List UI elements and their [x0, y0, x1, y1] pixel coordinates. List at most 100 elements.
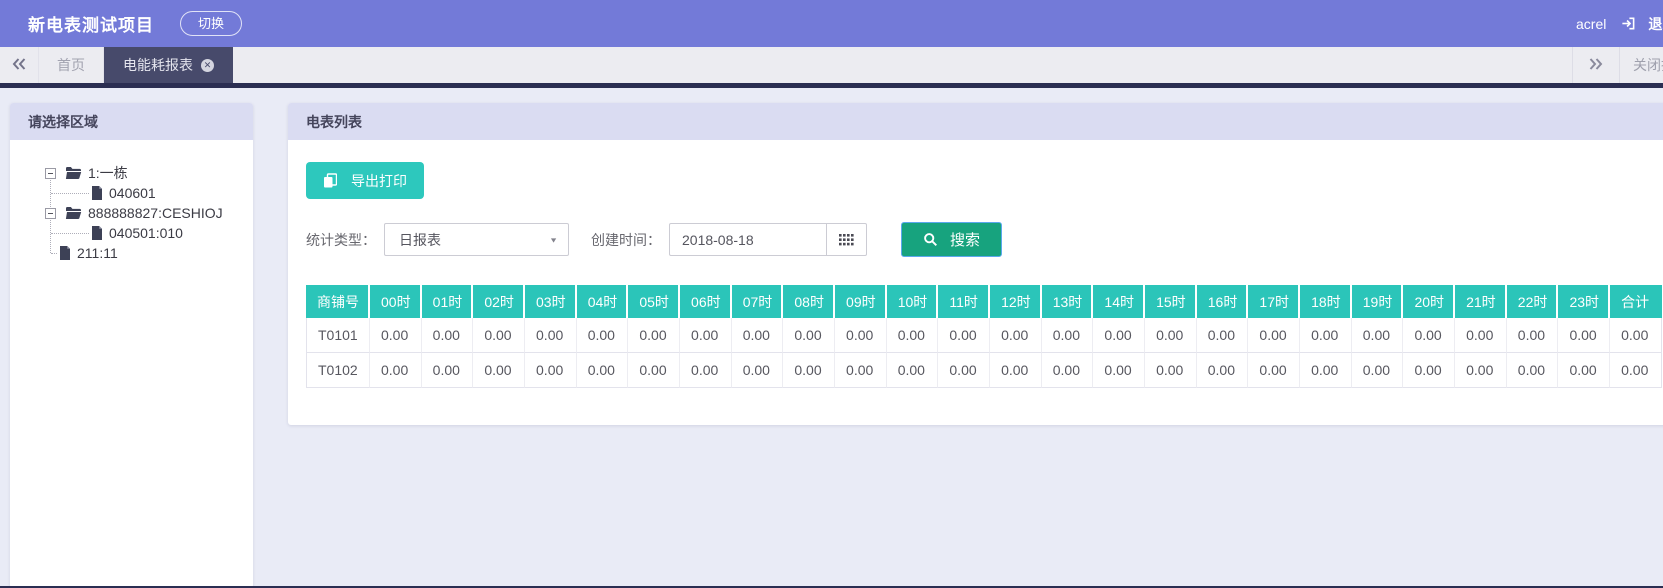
collapse-toggle-icon[interactable] [45, 168, 56, 179]
col-header-hour: 20时 [1403, 285, 1455, 318]
create-date-input[interactable] [669, 223, 827, 256]
file-icon [91, 226, 103, 240]
page-title: 新电表测试项目 [28, 11, 154, 36]
col-header-hour: 14时 [1093, 285, 1145, 318]
cell-value: 0.00 [680, 353, 732, 388]
folder-icon [65, 166, 82, 180]
cell-value: 0.00 [1145, 353, 1197, 388]
cell-value: 0.00 [1507, 318, 1559, 353]
col-header-hour: 01时 [422, 285, 474, 318]
sign-out-icon [1620, 16, 1636, 31]
collapse-toggle-icon[interactable] [45, 208, 56, 219]
cell-value: 0.00 [1455, 353, 1507, 388]
cell-value: 0.00 [1610, 318, 1662, 353]
col-header-hour: 15时 [1145, 285, 1197, 318]
tree-node-folder[interactable]: 1:一栋 [45, 163, 253, 183]
col-header-hour: 22时 [1507, 285, 1559, 318]
cell-value: 0.00 [1093, 353, 1145, 388]
tree-connector [51, 233, 89, 234]
col-header-hour: 08时 [783, 285, 835, 318]
scroll-tabs-right-button[interactable] [1573, 57, 1619, 73]
col-header-hour: 07时 [732, 285, 784, 318]
table-row: T01010.000.000.000.000.000.000.000.000.0… [306, 318, 1662, 353]
cell-value: 0.00 [732, 353, 784, 388]
tree-node-folder[interactable]: 888888827:CESHIOJ [45, 203, 253, 223]
tab-home[interactable]: 首页 [38, 47, 104, 83]
close-operations-menu[interactable]: 关闭操作 [1633, 55, 1663, 75]
export-print-button[interactable]: 导出打印 [306, 162, 424, 199]
area-tree-panel: 请选择区域 1:一栋040601888888827:CESHIOJ040501:… [10, 103, 253, 588]
cell-value: 0.00 [577, 318, 629, 353]
cell-value: 0.00 [370, 318, 422, 353]
logout-button[interactable]: 退出 [1620, 14, 1663, 34]
cell-value: 0.00 [1558, 318, 1610, 353]
col-header-hour: 12时 [990, 285, 1042, 318]
cell-value: 0.00 [783, 318, 835, 353]
col-header-hour: 23时 [1558, 285, 1610, 318]
cell-value: 0.00 [1610, 353, 1662, 388]
search-label: 搜索 [950, 229, 980, 250]
logout-label: 退出 [1648, 14, 1663, 34]
export-print-label: 导出打印 [351, 171, 407, 191]
cell-value: 0.00 [783, 353, 835, 388]
cell-value: 0.00 [1300, 318, 1352, 353]
cell-value: 0.00 [938, 318, 990, 353]
header-user-area: acrel 退出 [1576, 0, 1663, 47]
tab-energy-report[interactable]: 电能耗报表 ✕ [104, 47, 233, 83]
col-header-hour: 05时 [628, 285, 680, 318]
cell-value: 0.00 [1248, 318, 1300, 353]
cell-value: 0.00 [628, 318, 680, 353]
col-header-hour: 09时 [835, 285, 887, 318]
stat-type-label: 统计类型： [306, 230, 376, 250]
folder-icon [65, 206, 82, 220]
cell-value: 0.00 [525, 318, 577, 353]
cell-value: 0.00 [525, 353, 577, 388]
double-chevron-right-icon [1589, 57, 1603, 73]
export-copy-icon [323, 173, 337, 188]
col-header-hour: 合计 [1610, 285, 1662, 318]
cell-value: 0.00 [628, 353, 680, 388]
cell-value: 0.00 [422, 318, 474, 353]
col-header-hour: 10时 [887, 285, 939, 318]
calendar-grid-icon [839, 234, 854, 246]
cell-value: 0.00 [1300, 353, 1352, 388]
search-button[interactable]: 搜索 [901, 222, 1002, 257]
tree-connector [51, 193, 89, 194]
cell-value: 0.00 [887, 353, 939, 388]
col-header-hour: 02时 [473, 285, 525, 318]
cell-value: 0.00 [1197, 318, 1249, 353]
tab-bar: 首页 电能耗报表 ✕ 关闭操作 [0, 47, 1663, 83]
stat-type-select[interactable]: 日报表 ▼ [384, 223, 569, 256]
scroll-tabs-left-button[interactable] [0, 47, 38, 83]
tree-node-label: 888888827:CESHIOJ [88, 205, 223, 221]
cell-value: 0.00 [835, 318, 887, 353]
tree-node-label: 040601 [109, 185, 156, 201]
cell-value: 0.00 [887, 318, 939, 353]
calendar-picker-button[interactable] [827, 223, 867, 256]
col-header-hour: 00时 [370, 285, 422, 318]
cell-shop-id: T0101 [306, 318, 370, 353]
cell-value: 0.00 [1197, 353, 1249, 388]
cell-value: 0.00 [990, 318, 1042, 353]
tree-node-label: 040501:010 [109, 225, 183, 241]
app-header: 新电表测试项目 切换 acrel 退出 [0, 0, 1663, 47]
col-header-hour: 06时 [680, 285, 732, 318]
switch-project-button[interactable]: 切换 [180, 11, 242, 36]
close-tab-icon[interactable]: ✕ [201, 59, 214, 72]
tree-node-leaf[interactable]: 211:11 [45, 243, 253, 263]
col-header-hour: 03时 [525, 285, 577, 318]
meter-table: 商铺号00时01时02时03时04时05时06时07时08时09时10时11时1… [306, 285, 1662, 388]
col-header-hour: 17时 [1248, 285, 1300, 318]
cell-value: 0.00 [473, 353, 525, 388]
tree-node-label: 211:11 [77, 245, 118, 261]
col-header-hour: 13时 [1042, 285, 1094, 318]
stat-type-value: 日报表 [399, 230, 441, 250]
cell-value: 0.00 [1042, 318, 1094, 353]
cell-value: 0.00 [990, 353, 1042, 388]
divider [1619, 47, 1620, 83]
tree-node-leaf[interactable]: 040601 [45, 183, 253, 203]
col-header-hour: 21时 [1455, 285, 1507, 318]
cell-value: 0.00 [1248, 353, 1300, 388]
cell-value: 0.00 [1507, 353, 1559, 388]
tree-node-leaf[interactable]: 040501:010 [45, 223, 253, 243]
